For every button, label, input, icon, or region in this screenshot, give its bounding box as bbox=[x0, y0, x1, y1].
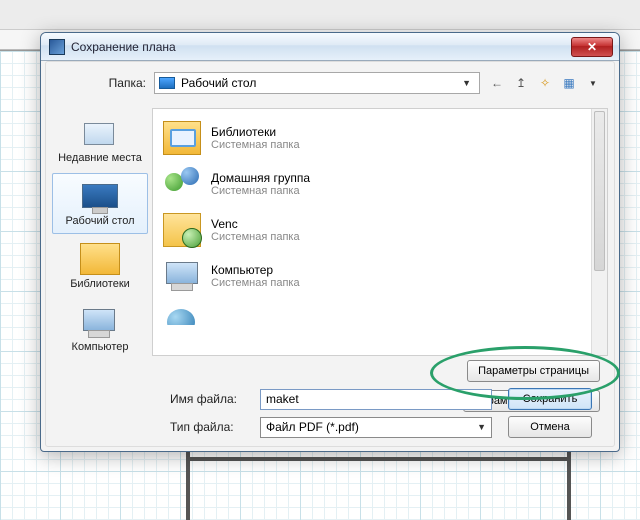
filename-row: Имя файла: Сохранить bbox=[170, 388, 592, 410]
place-desktop[interactable]: Рабочий стол bbox=[52, 173, 148, 234]
filetype-select[interactable]: Файл PDF (*.pdf) ▼ bbox=[260, 417, 492, 438]
desktop-icon bbox=[159, 77, 175, 89]
desktop-icon bbox=[80, 180, 120, 212]
item-name: Venc bbox=[211, 217, 300, 231]
app-icon bbox=[49, 39, 65, 55]
app-toolbar bbox=[0, 0, 640, 30]
titlebar[interactable]: Сохранение плана ✕ bbox=[41, 33, 619, 61]
filetype-value: Файл PDF (*.pdf) bbox=[266, 420, 359, 434]
place-label: Недавние места bbox=[58, 152, 142, 164]
nav-back-icon[interactable]: ← bbox=[488, 74, 506, 92]
place-label: Библиотеки bbox=[70, 278, 130, 290]
close-icon: ✕ bbox=[587, 40, 597, 54]
main-area: Недавние места Рабочий стол Библиотеки К… bbox=[50, 106, 610, 358]
filename-input[interactable] bbox=[260, 389, 492, 410]
filetype-label: Тип файла: bbox=[170, 420, 250, 434]
item-name: Домашняя группа bbox=[211, 171, 310, 185]
scrollbar[interactable] bbox=[591, 109, 607, 355]
nav-up-icon[interactable]: ↥ bbox=[512, 74, 530, 92]
libraries-icon bbox=[80, 243, 120, 275]
dialog-title: Сохранение плана bbox=[71, 40, 565, 54]
plan-wall bbox=[186, 457, 571, 461]
place-label: Компьютер bbox=[72, 341, 129, 353]
network-icon bbox=[163, 305, 201, 325]
places-bar: Недавние места Рабочий стол Библиотеки К… bbox=[50, 106, 150, 358]
recent-icon bbox=[80, 117, 120, 149]
chevron-down-icon: ▼ bbox=[462, 78, 475, 88]
place-libraries[interactable]: Библиотеки bbox=[52, 236, 148, 297]
folder-row: Папка: Рабочий стол ▼ ← ↥ ✧ ▦ ▼ bbox=[46, 62, 614, 102]
item-name: Компьютер bbox=[211, 263, 300, 277]
bottom-area: Параметры страницы Параметры документа И… bbox=[50, 358, 610, 442]
save-button[interactable]: Сохранить bbox=[508, 388, 592, 410]
list-item[interactable]: Venc Системная папка bbox=[157, 207, 603, 253]
computer-icon bbox=[80, 306, 120, 338]
item-sub: Системная папка bbox=[211, 231, 300, 243]
item-sub: Системная папка bbox=[211, 185, 310, 197]
chevron-down-icon: ▼ bbox=[477, 422, 486, 432]
libraries-icon bbox=[163, 121, 201, 155]
file-listing[interactable]: Библиотеки Системная папка Домашняя груп… bbox=[152, 108, 608, 356]
dialog-body: Папка: Рабочий стол ▼ ← ↥ ✧ ▦ ▼ Недавние… bbox=[45, 61, 615, 447]
computer-icon bbox=[163, 259, 201, 293]
close-button[interactable]: ✕ bbox=[571, 37, 613, 57]
page-params-button[interactable]: Параметры страницы bbox=[467, 360, 600, 382]
homegroup-icon bbox=[163, 167, 201, 201]
user-folder-icon bbox=[163, 213, 201, 247]
chevron-down-icon[interactable]: ▼ bbox=[584, 74, 602, 92]
filename-label: Имя файла: bbox=[170, 392, 250, 406]
view-menu-icon[interactable]: ▦ bbox=[560, 74, 578, 92]
place-computer[interactable]: Компьютер bbox=[52, 299, 148, 358]
nav-icons: ← ↥ ✧ ▦ ▼ bbox=[488, 74, 602, 92]
new-folder-icon[interactable]: ✧ bbox=[536, 74, 554, 92]
place-recent[interactable]: Недавние места bbox=[52, 110, 148, 171]
list-item[interactable]: Библиотеки Системная папка bbox=[157, 115, 603, 161]
item-name: Библиотеки bbox=[211, 125, 300, 139]
folder-select[interactable]: Рабочий стол ▼ bbox=[154, 72, 480, 94]
item-sub: Системная папка bbox=[211, 139, 300, 151]
place-label: Рабочий стол bbox=[65, 215, 134, 227]
item-sub: Системная папка bbox=[211, 277, 300, 289]
folder-label: Папка: bbox=[58, 76, 146, 90]
cancel-button[interactable]: Отмена bbox=[508, 416, 592, 438]
filetype-row: Тип файла: Файл PDF (*.pdf) ▼ Отмена bbox=[170, 416, 592, 438]
list-item[interactable]: Компьютер Системная папка bbox=[157, 253, 603, 299]
scrollbar-thumb[interactable] bbox=[594, 111, 605, 271]
list-item[interactable]: Домашняя группа Системная папка bbox=[157, 161, 603, 207]
save-dialog: Сохранение плана ✕ Папка: Рабочий стол ▼… bbox=[40, 32, 620, 452]
folder-value: Рабочий стол bbox=[181, 76, 256, 90]
list-item[interactable] bbox=[157, 299, 603, 331]
